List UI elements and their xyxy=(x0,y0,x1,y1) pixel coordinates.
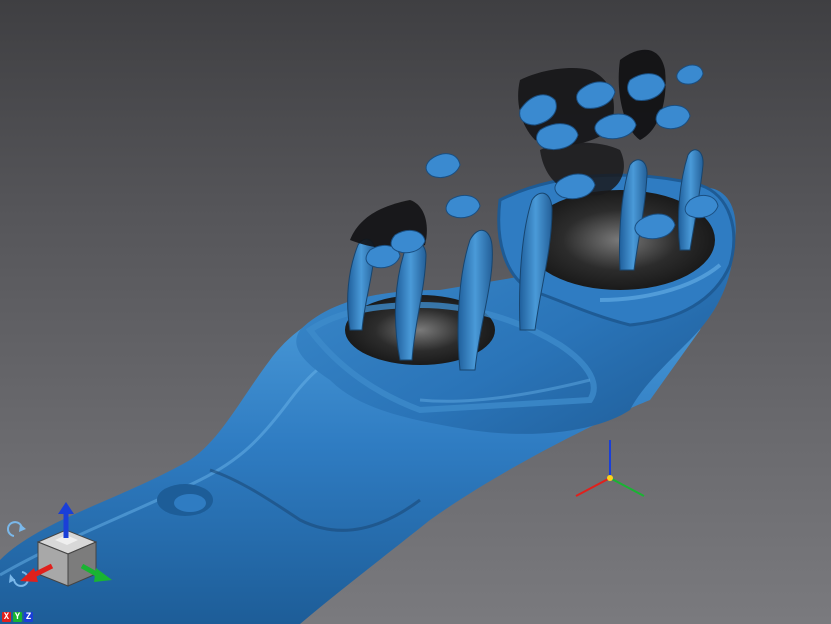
axis-label-chips: X Y Z xyxy=(2,612,33,622)
origin-axes-icon xyxy=(575,440,645,497)
axis-label-z[interactable]: Z xyxy=(24,612,33,622)
view-cube[interactable] xyxy=(36,529,98,587)
rotate-cw-icon[interactable] xyxy=(7,521,26,537)
axis-label-x[interactable]: X xyxy=(2,612,11,622)
toothbrush-mesh-model[interactable] xyxy=(0,0,831,624)
navigation-gizmo[interactable] xyxy=(0,500,120,600)
axis-label-y[interactable]: Y xyxy=(13,612,22,622)
3d-viewport[interactable]: X Y Z xyxy=(0,0,831,624)
